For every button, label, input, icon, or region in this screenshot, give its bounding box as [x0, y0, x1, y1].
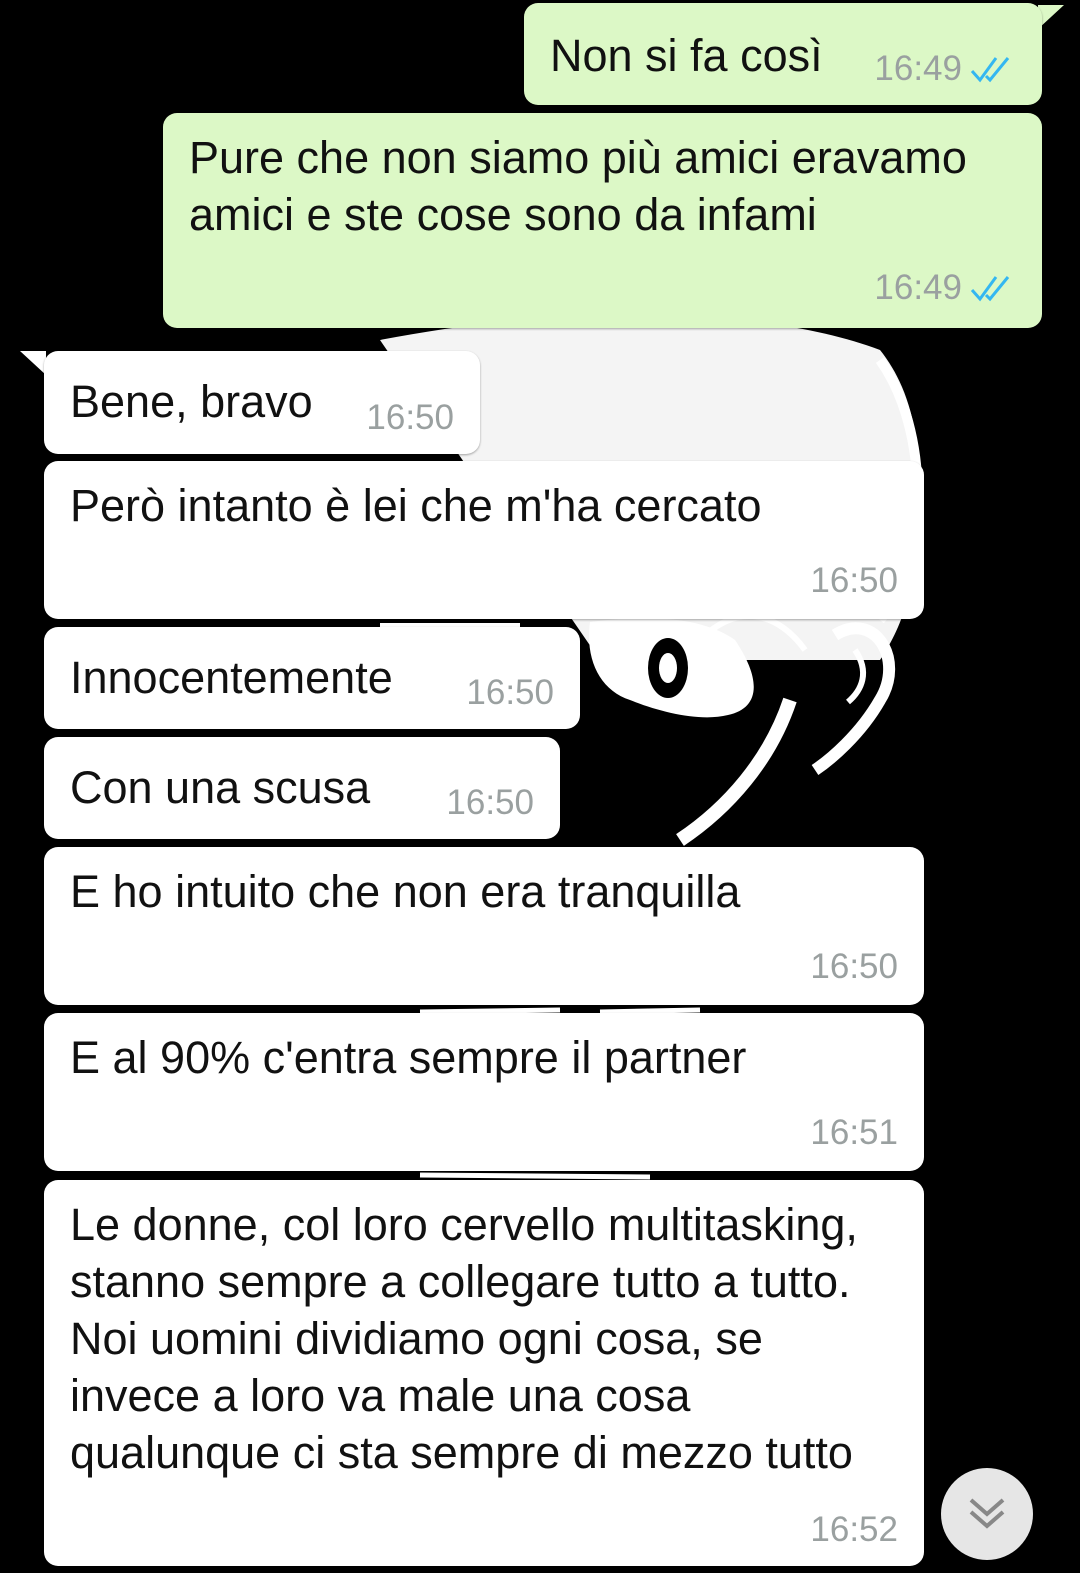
- double-check-read-icon: [970, 57, 1010, 83]
- message-text: Innocentemente: [70, 652, 393, 703]
- scroll-to-bottom-button[interactable]: [941, 1468, 1033, 1560]
- message-bubble-incoming[interactable]: Però intanto è lei che m'ha cercato 16:5…: [44, 461, 924, 619]
- message-text: Però intanto è lei che m'ha cercato: [70, 480, 762, 531]
- message-time: 16:50: [810, 561, 898, 600]
- message-text: Non si fa così: [550, 30, 823, 81]
- message-text: E ho intuito che non era tranquilla: [70, 866, 741, 917]
- double-check-read-icon: [970, 276, 1010, 302]
- message-bubble-incoming[interactable]: E al 90% c'entra sempre il partner 16:51: [44, 1013, 924, 1171]
- message-bubble-incoming[interactable]: E ho intuito che non era tranquilla 16:5…: [44, 847, 924, 1005]
- double-chevron-down-icon: [969, 1498, 1005, 1529]
- message-time: 16:51: [810, 1113, 898, 1152]
- message-text: Bene, bravo: [70, 376, 313, 427]
- message-bubble-incoming[interactable]: Le donne, col loro cervello multitasking…: [44, 1180, 924, 1566]
- message-text: E al 90% c'entra sempre il partner: [70, 1032, 747, 1083]
- message-bubble-outgoing[interactable]: Non si fa così 16:49: [524, 3, 1042, 105]
- message-time: 16:49: [874, 268, 962, 307]
- message-meta: 16:50: [810, 561, 898, 601]
- message-bubble-incoming[interactable]: Bene, bravo 16:50: [44, 351, 480, 454]
- message-time: 16:50: [446, 783, 534, 822]
- message-meta: 16:50: [810, 947, 898, 987]
- message-text: Pure che non siamo più amici eravamo ami…: [189, 132, 967, 240]
- message-meta: 16:51: [810, 1113, 898, 1153]
- message-time: 16:52: [810, 1510, 898, 1549]
- message-meta: 16:49: [874, 49, 1016, 89]
- message-meta: 16:50: [466, 673, 554, 713]
- message-time: 16:50: [366, 398, 454, 437]
- message-text: Le donne, col loro cervello multitasking…: [70, 1199, 858, 1478]
- message-meta: 16:49: [874, 268, 1016, 308]
- message-bubble-outgoing[interactable]: Pure che non siamo più amici eravamo ami…: [163, 113, 1042, 328]
- message-meta: 16:50: [446, 783, 534, 823]
- message-meta: 16:50: [366, 398, 454, 438]
- message-bubble-incoming[interactable]: Con una scusa 16:50: [44, 737, 560, 839]
- message-time: 16:49: [874, 49, 962, 88]
- message-bubble-incoming[interactable]: Innocentemente 16:50: [44, 627, 580, 729]
- message-time: 16:50: [466, 673, 554, 712]
- bubble-tail-incoming: [20, 351, 46, 375]
- message-text: Con una scusa: [70, 762, 371, 813]
- message-time: 16:50: [810, 947, 898, 986]
- message-meta: 16:52: [810, 1510, 898, 1550]
